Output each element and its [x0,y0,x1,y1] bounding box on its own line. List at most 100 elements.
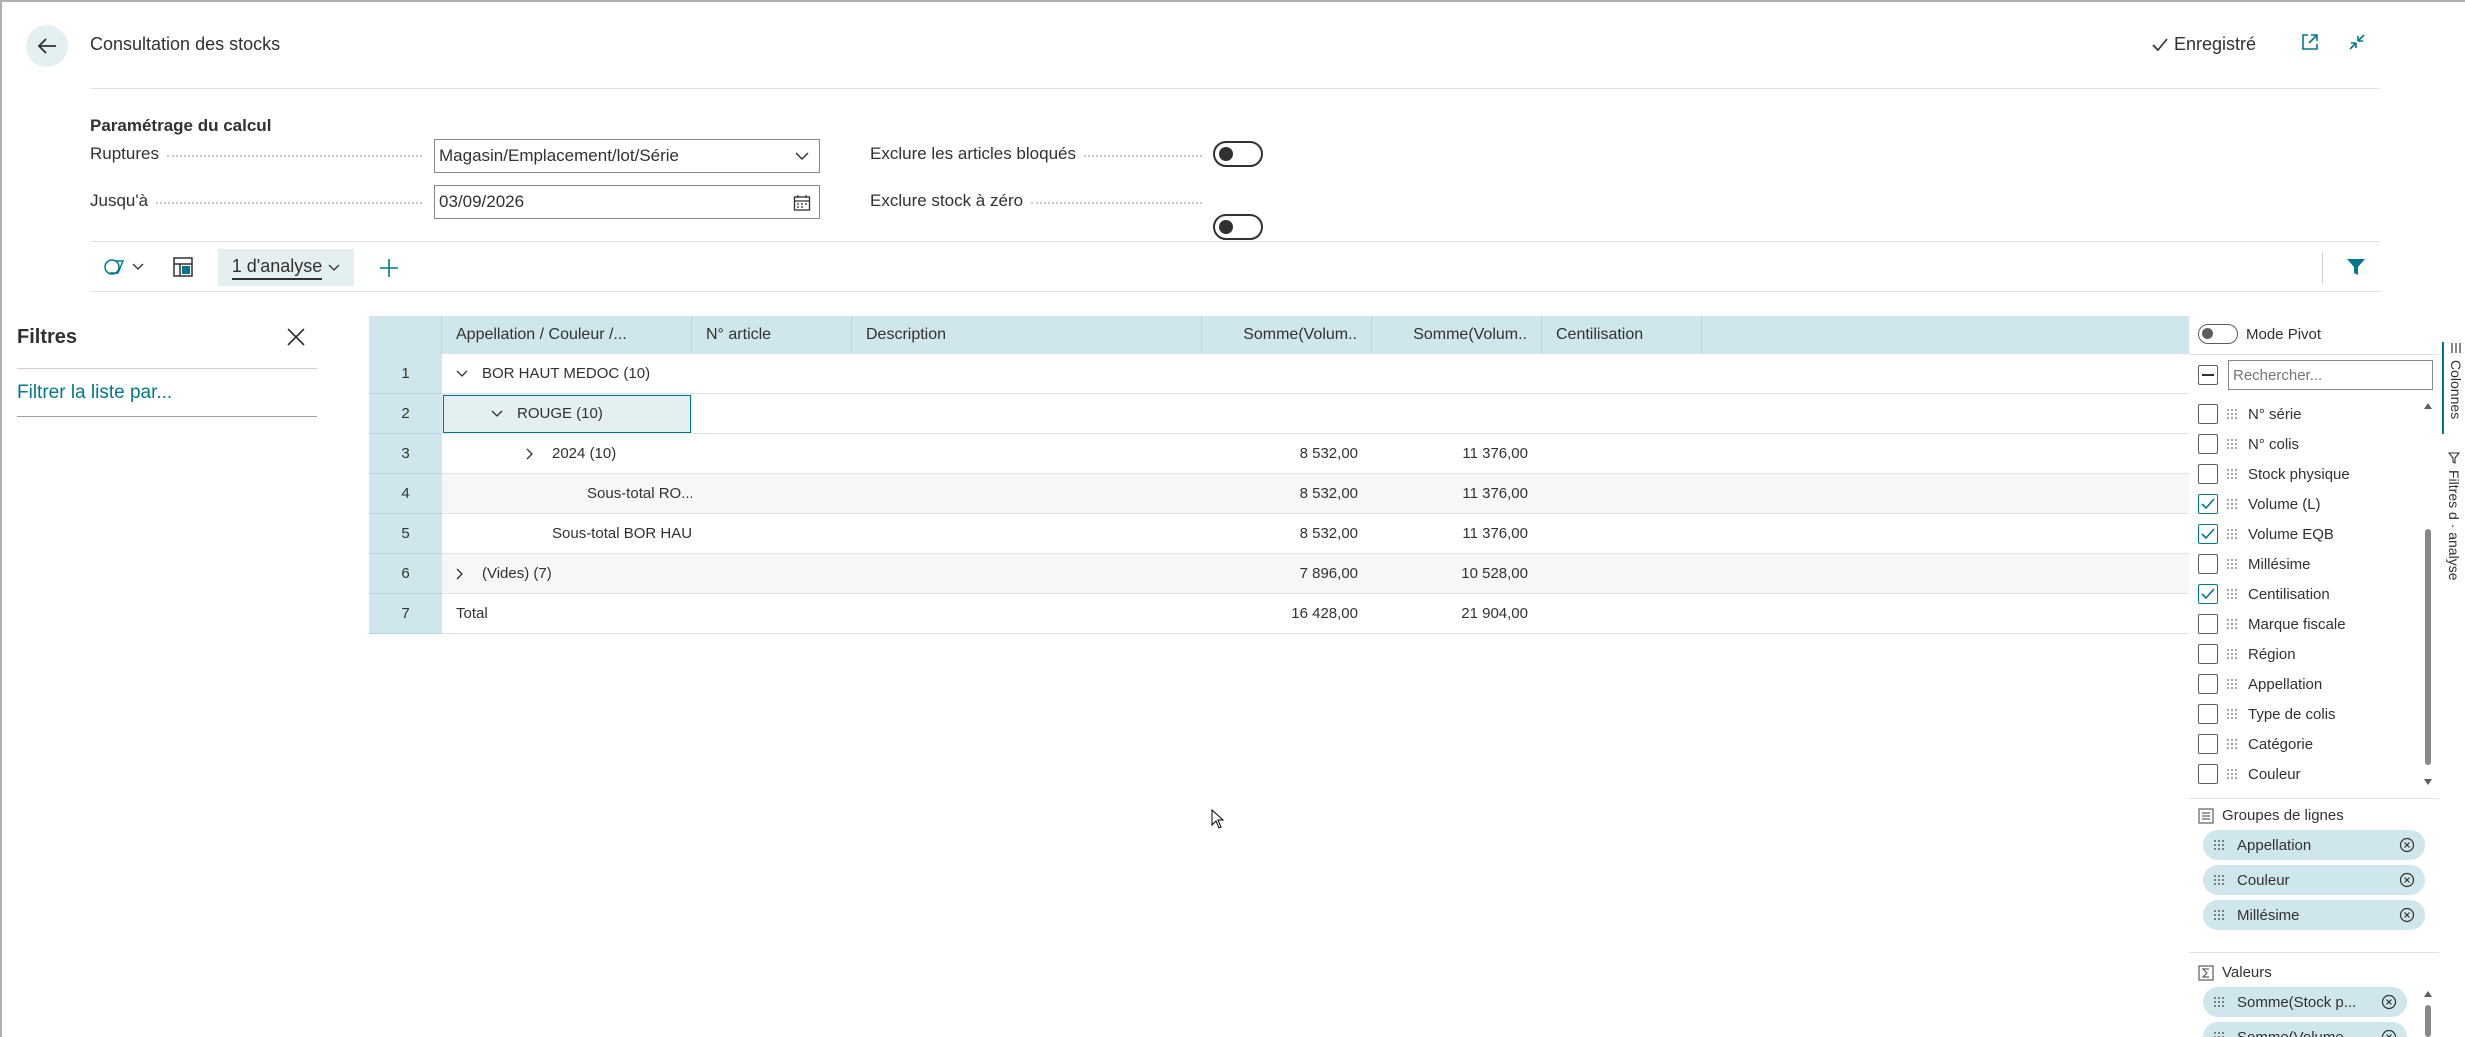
close-icon[interactable] [286,327,306,347]
drag-handle-icon[interactable] [2226,407,2240,421]
column-checkbox[interactable] [2198,764,2218,784]
chevron-right-icon[interactable] [526,448,552,460]
drag-handle-icon[interactable] [2226,617,2240,631]
tab-columns[interactable]: Colonnes [2442,342,2465,434]
collapse-icon[interactable] [2347,32,2367,52]
column-checkbox[interactable] [2198,434,2218,454]
table-row[interactable]: 6 (Vides) (7) 7 896,00 10 528,00 [369,553,2189,594]
calendar-icon[interactable] [793,194,811,212]
row-label-cell[interactable]: BOR HAUT MEDOC (10) [442,354,692,394]
table-row[interactable]: 7 Total 16 428,00 21 904,00 [369,593,2189,634]
column-checkbox[interactable] [2198,494,2218,514]
row-group-chip[interactable]: Appellation [2203,830,2425,860]
drag-handle-icon[interactable] [2213,874,2225,886]
value-chip[interactable]: Somme(Stock p... [2203,987,2407,1017]
remove-circle-icon[interactable] [2381,994,2397,1010]
row-label-cell[interactable]: (Vides) (7) [442,554,692,594]
row-label-cell[interactable]: Sous-total RO... [442,474,692,514]
column-item[interactable]: Volume (L) [2198,489,2426,519]
drag-handle-icon[interactable] [2226,497,2240,511]
drag-handle-icon[interactable] [2226,767,2240,781]
open-new-window-icon[interactable] [2300,32,2320,52]
drag-handle-icon[interactable] [2226,587,2240,601]
drag-handle-icon[interactable] [2213,1031,2225,1037]
filter-list-link[interactable]: Filtrer la liste par... [17,382,172,404]
table-row[interactable]: 3 2024 (10) 8 532,00 11 376,00 [369,433,2189,474]
column-item[interactable]: Catégorie [2198,729,2426,759]
drag-handle-icon[interactable] [2226,557,2240,571]
column-checkbox[interactable] [2198,614,2218,634]
drag-handle-icon[interactable] [2226,437,2240,451]
col-header-description[interactable]: Description [852,316,1202,354]
drag-handle-icon[interactable] [2226,677,2240,691]
remove-circle-icon[interactable] [2399,872,2415,888]
row-label-cell[interactable]: Total [442,594,692,634]
value-chip[interactable]: Somme(Volume... [2203,1022,2407,1037]
spreadsheet-icon[interactable] [172,256,194,278]
select-all-checkbox[interactable] [2198,365,2218,385]
chevron-right-icon[interactable] [456,568,482,580]
table-row[interactable]: 5 Sous-total BOR HAU... 8 532,00 11 376,00 [369,513,2189,554]
column-item[interactable]: Millésime [2198,549,2426,579]
values-scrollbar[interactable] [2420,987,2436,1037]
chevron-down-icon[interactable] [456,370,482,378]
column-item[interactable]: Type de colis [2198,699,2426,729]
row-label-cell[interactable]: 2024 (10) [442,434,692,474]
drag-handle-icon[interactable] [2213,996,2225,1008]
column-item[interactable]: Marque fiscale [2198,609,2426,639]
column-checkbox[interactable] [2198,704,2218,724]
column-checkbox[interactable] [2198,644,2218,664]
analysis-mode-button[interactable] [104,257,144,277]
exclude-zero-toggle[interactable] [1213,214,1263,240]
filter-icon[interactable] [2346,257,2366,277]
col-header-article[interactable]: N° article [692,316,852,354]
column-item[interactable]: Couleur [2198,759,2426,789]
remove-circle-icon[interactable] [2381,1029,2397,1037]
remove-circle-icon[interactable] [2399,837,2415,853]
row-label-cell[interactable]: ROUGE (10) [442,393,692,434]
drag-handle-icon[interactable] [2226,527,2240,541]
row-group-chip[interactable]: Millésime [2203,900,2425,930]
column-item[interactable]: Centilisation [2198,579,2426,609]
column-item[interactable]: Volume EQB [2198,519,2426,549]
chevron-down-icon[interactable] [491,410,517,418]
drag-handle-icon[interactable] [2226,647,2240,661]
tab-analysis-filters[interactable]: Filtres d · analyse [2442,452,2465,602]
drag-handle-icon[interactable] [2226,467,2240,481]
exclude-blocked-toggle[interactable] [1213,141,1263,167]
column-checkbox[interactable] [2198,584,2218,604]
column-checkbox[interactable] [2198,464,2218,484]
col-header-sum-volume-l[interactable]: Somme(Volum.. [1202,316,1372,354]
column-item[interactable]: N° colis [2198,429,2426,459]
drag-handle-icon[interactable] [2213,839,2225,851]
tab-analysis[interactable]: 1 d'analyse [218,249,354,286]
drag-handle-icon[interactable] [2226,737,2240,751]
columns-search-input[interactable] [2228,360,2433,390]
column-item[interactable]: Stock physique [2198,459,2426,489]
column-checkbox[interactable] [2198,734,2218,754]
column-item[interactable]: Région [2198,639,2426,669]
add-analysis-icon[interactable] [378,257,400,279]
col-header-centilisation[interactable]: Centilisation [1542,316,1702,354]
column-checkbox[interactable] [2198,674,2218,694]
col-header-appellation[interactable]: Appellation / Couleur /... [442,316,692,354]
table-row[interactable]: 4 Sous-total RO... 8 532,00 11 376,00 [369,473,2189,514]
column-item[interactable]: N° série [2198,399,2426,429]
column-checkbox[interactable] [2198,404,2218,424]
table-row[interactable]: 2 ROUGE (10) [369,393,2189,434]
back-button[interactable] [26,25,68,67]
pivot-mode-toggle[interactable] [2198,324,2238,344]
column-checkbox[interactable] [2198,554,2218,574]
row-group-chip[interactable]: Couleur [2203,865,2425,895]
remove-circle-icon[interactable] [2399,907,2415,923]
drag-handle-icon[interactable] [2226,707,2240,721]
ruptures-select[interactable]: Magasin/Emplacement/lot/Série [434,139,820,173]
column-item[interactable]: Appellation [2198,669,2426,699]
columns-scrollbar[interactable] [2420,399,2436,789]
column-checkbox[interactable] [2198,524,2218,544]
row-label-cell[interactable]: Sous-total BOR HAU... [442,514,692,554]
col-header-sum-volume-eqb[interactable]: Somme(Volum.. [1372,316,1542,354]
drag-handle-icon[interactable] [2213,909,2225,921]
table-row[interactable]: 1 BOR HAUT MEDOC (10) [369,353,2189,394]
jusqua-date-field[interactable]: 03/09/2026 [434,185,820,219]
